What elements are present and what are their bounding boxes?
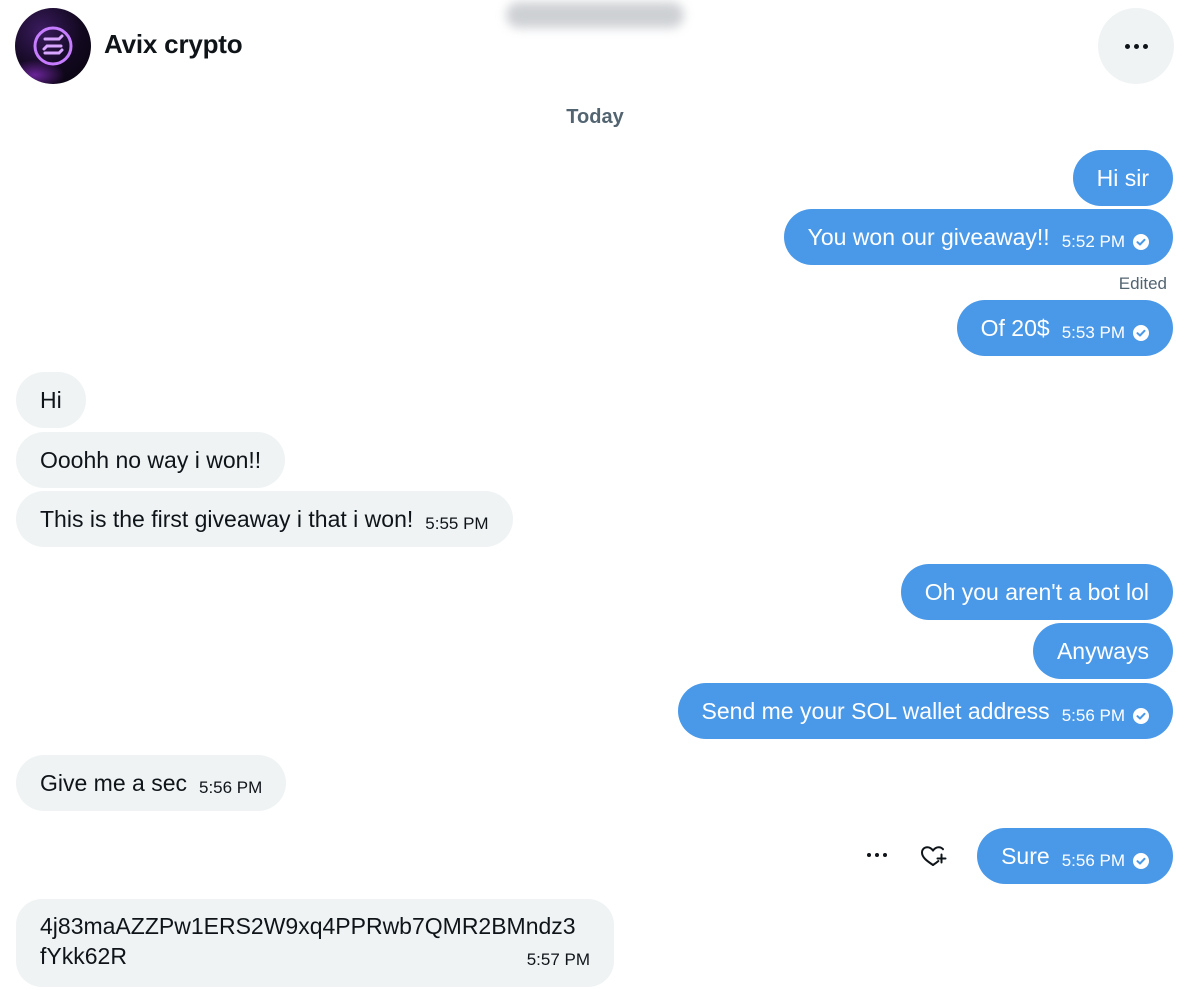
- message-text: Hi sir: [1096, 165, 1149, 191]
- avatar[interactable]: [15, 8, 91, 84]
- conversation-header: Avix crypto: [0, 0, 1200, 90]
- message-text: Oh you aren't a bot lol: [924, 579, 1149, 605]
- incoming-message[interactable]: 4j83maAZZPw1ERS2W9xq4PPRwb7QMR2BMndz3fYk…: [16, 899, 614, 987]
- outgoing-message[interactable]: Oh you aren't a bot lol: [900, 564, 1173, 620]
- incoming-message[interactable]: Give me a sec 5:56 PM: [16, 755, 287, 811]
- contact-name[interactable]: Avix crypto: [104, 29, 243, 60]
- outgoing-message[interactable]: Anyways: [1032, 623, 1173, 679]
- date-separator: Today: [566, 106, 624, 128]
- outgoing-message[interactable]: You won our giveaway!! 5:52 PM: [783, 209, 1173, 265]
- incoming-message[interactable]: This is the first giveaway i that i won!…: [16, 491, 513, 547]
- message-more-button[interactable]: [862, 842, 892, 868]
- message-text: You won our giveaway!!: [807, 224, 1050, 250]
- outgoing-message[interactable]: Of 20$ 5:53 PM: [956, 300, 1173, 356]
- more-horizontal-icon: [1124, 43, 1148, 49]
- sent-check-icon: [1133, 234, 1149, 250]
- message-text: Give me a sec: [40, 770, 187, 796]
- outgoing-message[interactable]: Hi sir: [1072, 150, 1173, 206]
- solana-logo-icon: [33, 26, 73, 66]
- message-timestamp: 5:56 PM: [199, 778, 263, 797]
- sent-check-icon: [1133, 853, 1149, 869]
- dm-conversation-view: Avix crypto Today Hi sir You won our giv…: [0, 0, 1200, 990]
- sent-check-icon: [1133, 708, 1149, 724]
- message-timestamp: 5:56 PM: [1062, 847, 1149, 875]
- message-text: Hi: [40, 387, 62, 413]
- message-text: 4j83maAZZPw1ERS2W9xq4PPRwb7QMR2BMndz3fYk…: [40, 913, 576, 969]
- message-text: Ooohh no way i won!!: [40, 447, 262, 473]
- outgoing-message[interactable]: Sure 5:56 PM: [977, 828, 1173, 884]
- message-timestamp: 5:52 PM: [1062, 228, 1149, 256]
- message-text: This is the first giveaway i that i won!: [40, 506, 414, 532]
- message-timestamp: 5:57 PM: [526, 950, 590, 969]
- message-timestamp: 5:55 PM: [425, 514, 489, 533]
- message-timestamp: 5:53 PM: [1062, 319, 1149, 347]
- sent-check-icon: [1133, 325, 1149, 341]
- conversation-more-button[interactable]: [1098, 8, 1174, 84]
- incoming-message[interactable]: Ooohh no way i won!!: [16, 432, 286, 488]
- message-text: Of 20$: [980, 315, 1050, 341]
- message-text: Anyways: [1056, 638, 1149, 664]
- message-text: Send me your SOL wallet address: [701, 698, 1050, 724]
- message-timestamp: 5:56 PM: [1062, 702, 1149, 730]
- message-text: Sure: [1001, 843, 1050, 869]
- more-horizontal-icon: [867, 853, 887, 857]
- add-reaction-heart-icon[interactable]: [918, 842, 948, 870]
- incoming-message[interactable]: Hi: [16, 372, 86, 428]
- edited-label: Edited: [1118, 274, 1167, 293]
- outgoing-message[interactable]: Send me your SOL wallet address 5:56 PM: [677, 683, 1173, 739]
